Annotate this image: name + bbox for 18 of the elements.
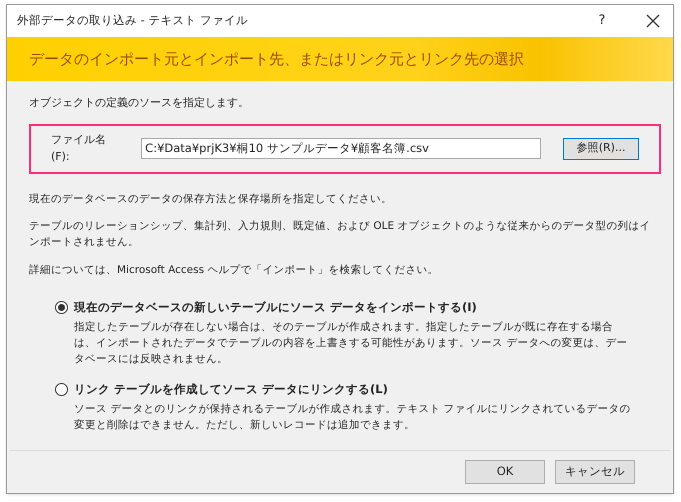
radio-button[interactable]	[55, 300, 68, 314]
banner-title: データのインポート元とインポート先、またはリンク元とリンク先の選択	[29, 48, 524, 70]
option-label[interactable]: 現在のデータベースの新しいテーブルにソース データをインポートする(I)	[74, 298, 477, 316]
window-title: 外部データの取り込み - テキスト ファイル	[17, 12, 250, 30]
option-label[interactable]: リンク テーブルを作成してソース データにリンクする(L)	[74, 380, 388, 398]
radio-button[interactable]	[55, 382, 68, 396]
browse-button[interactable]: 参照(R)...	[563, 138, 639, 160]
info-text: テーブルのリレーションシップ、集計列、入力規則、既定値、および OLE オブジェクトのような従来からのデータ型の列はインポートされません。	[29, 219, 651, 250]
info-text: 詳細については、Microsoft Access ヘルプで「インポート」を検索してください。	[29, 262, 440, 278]
file-name-field[interactable]: C:¥Data¥prjK3¥桐10 サンプルデータ¥顧客名簿.csv	[141, 138, 542, 159]
file-label: ファイル名(F):	[51, 132, 107, 164]
dialog-button[interactable]: キャンセル	[555, 460, 635, 484]
help-button[interactable]: ?	[587, 11, 617, 31]
dialog-button[interactable]: OK	[465, 460, 545, 484]
source-prompt: オブジェクトの定義のソースを指定します。	[29, 95, 250, 111]
info-text: 現在のデータベースのデータの保存方法と保存場所を指定してください。	[29, 192, 393, 206]
option-description: ソース データとのリンクが保持されるテーブルが作成されます。テキスト ファイルにリンクされているデータの変更と削除はできません。ただし、新しいレコードは追加できます。	[74, 402, 632, 433]
option-description: 指定したテーブルが存在しない場合は、そのテーブルが作成されます。指定したテーブルが既に存在する場合は、インポートされたデータでテーブルの内容を上書きする可能性があります。ソース データへの変更は、データベースには反映されません。	[74, 320, 628, 367]
